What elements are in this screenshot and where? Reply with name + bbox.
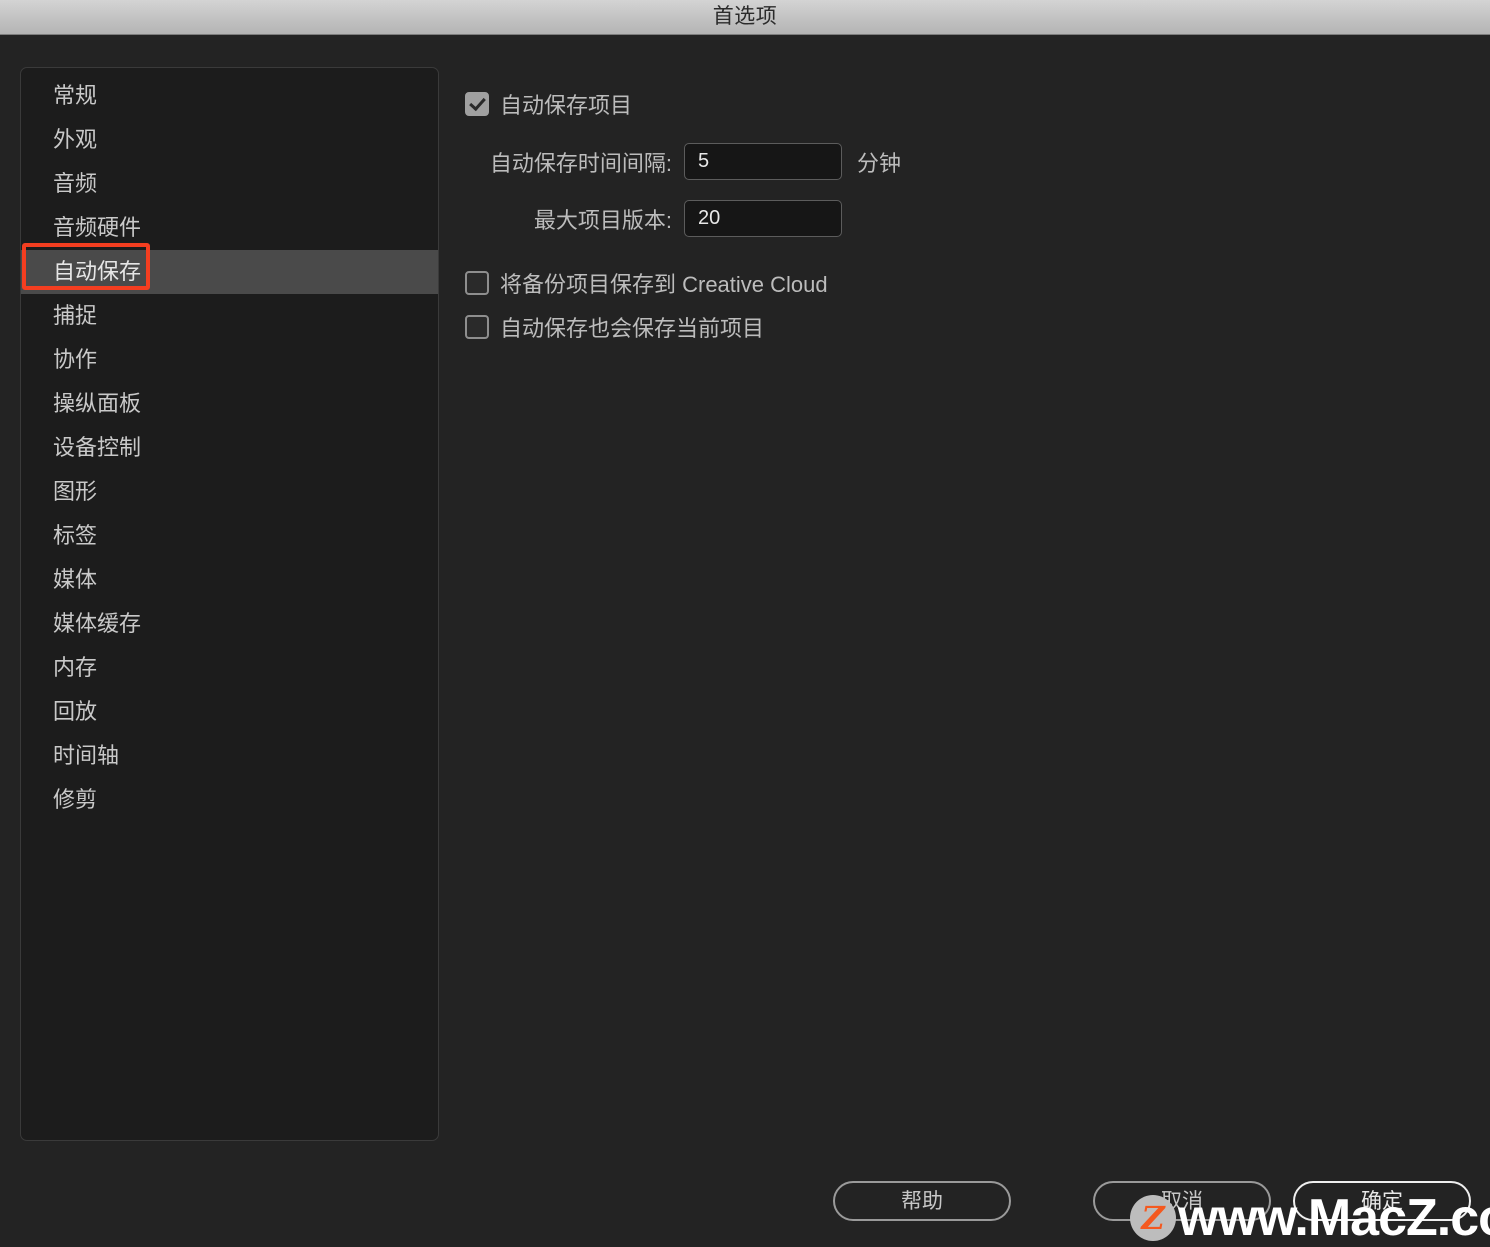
backup-creative-cloud-checkbox[interactable] [465, 271, 489, 295]
sidebar-item-label: 媒体缓存 [53, 611, 142, 636]
sidebar-item-label: 外观 [53, 127, 98, 152]
backup-creative-cloud-label: 将备份项目保存到 Creative Cloud [500, 272, 828, 297]
sidebar-item-8[interactable]: 设备控制 [21, 426, 438, 470]
sidebar-item-10[interactable]: 标签 [21, 514, 438, 558]
sidebar-item-13[interactable]: 内存 [21, 646, 438, 690]
autosave-projects-label: 自动保存项目 [500, 93, 633, 118]
sidebar-item-label: 音频 [53, 171, 98, 196]
sidebar-item-3[interactable]: 音频硬件 [21, 206, 438, 250]
sidebar-item-label: 内存 [53, 655, 98, 680]
sidebar-item-label: 音频硬件 [53, 215, 142, 240]
autosave-interval-unit: 分钟 [857, 150, 902, 176]
backup-creative-cloud-row[interactable]: 将备份项目保存到 Creative Cloud [465, 267, 1465, 299]
sidebar-item-label: 协作 [53, 347, 98, 372]
max-versions-row: 最大项目版本: 20 [465, 200, 1465, 237]
sidebar-item-1[interactable]: 外观 [21, 118, 438, 162]
autosave-current-project-label: 自动保存也会保存当前项目 [500, 316, 765, 341]
sidebar-item-16[interactable]: 修剪 [21, 778, 438, 822]
sidebar-item-2[interactable]: 音频 [21, 162, 438, 206]
sidebar-item-12[interactable]: 媒体缓存 [21, 602, 438, 646]
sidebar-item-label: 捕捉 [53, 303, 98, 328]
sidebar-item-label: 回放 [53, 699, 98, 724]
sidebar-item-9[interactable]: 图形 [21, 470, 438, 514]
sidebar-item-5[interactable]: 捕捉 [21, 294, 438, 338]
window-title: 首选项 [712, 5, 778, 28]
sidebar-item-label: 设备控制 [53, 435, 142, 460]
sidebar-item-6[interactable]: 协作 [21, 338, 438, 382]
sidebar-item-7[interactable]: 操纵面板 [21, 382, 438, 426]
max-versions-label: 最大项目版本: [533, 207, 672, 233]
autosave-current-project-row[interactable]: 自动保存也会保存当前项目 [465, 311, 1465, 343]
sidebar-item-label: 操纵面板 [53, 391, 142, 416]
autosave-settings-panel: 自动保存项目 自动保存时间间隔: 5 分钟 最大项目版本: 20 将备份项目保存… [465, 80, 1465, 343]
cancel-button[interactable]: 取消 [1093, 1181, 1271, 1221]
autosave-projects-checkbox[interactable] [465, 92, 489, 116]
autosave-interval-label: 自动保存时间间隔: [489, 150, 672, 176]
help-button[interactable]: 帮助 [833, 1181, 1011, 1221]
sidebar-item-14[interactable]: 回放 [21, 690, 438, 734]
sidebar-item-label: 自动保存 [53, 259, 142, 284]
sidebar-item-15[interactable]: 时间轴 [21, 734, 438, 778]
window-titlebar: 首选项 [0, 0, 1490, 35]
sidebar-item-label: 修剪 [53, 787, 98, 812]
autosave-projects-row[interactable]: 自动保存项目 [465, 88, 1465, 120]
ok-button[interactable]: 确定 [1293, 1181, 1471, 1221]
category-list: 常规外观音频音频硬件自动保存捕捉协作操纵面板设备控制图形标签媒体媒体缓存内存回放… [21, 74, 438, 822]
preferences-dialog: 首选项 常规外观音频音频硬件自动保存捕捉协作操纵面板设备控制图形标签媒体媒体缓存… [0, 0, 1490, 1244]
sidebar-item-label: 图形 [53, 479, 98, 504]
sidebar-item-label: 媒体 [53, 567, 98, 592]
autosave-current-project-checkbox[interactable] [465, 315, 489, 339]
sidebar-item-label: 常规 [53, 83, 98, 108]
sidebar-item-label: 标签 [53, 523, 98, 548]
dialog-footer: 帮助 取消 确定 [0, 1181, 1490, 1225]
sidebar-item-0[interactable]: 常规 [21, 74, 438, 118]
sidebar-item-4[interactable]: 自动保存 [21, 250, 438, 294]
sidebar-item-11[interactable]: 媒体 [21, 558, 438, 602]
max-versions-input[interactable]: 20 [684, 200, 842, 237]
sidebar-item-label: 时间轴 [53, 743, 120, 768]
autosave-interval-input[interactable]: 5 [684, 143, 842, 180]
autosave-interval-row: 自动保存时间间隔: 5 分钟 [465, 143, 1465, 180]
category-sidebar[interactable]: 常规外观音频音频硬件自动保存捕捉协作操纵面板设备控制图形标签媒体媒体缓存内存回放… [20, 67, 439, 1141]
